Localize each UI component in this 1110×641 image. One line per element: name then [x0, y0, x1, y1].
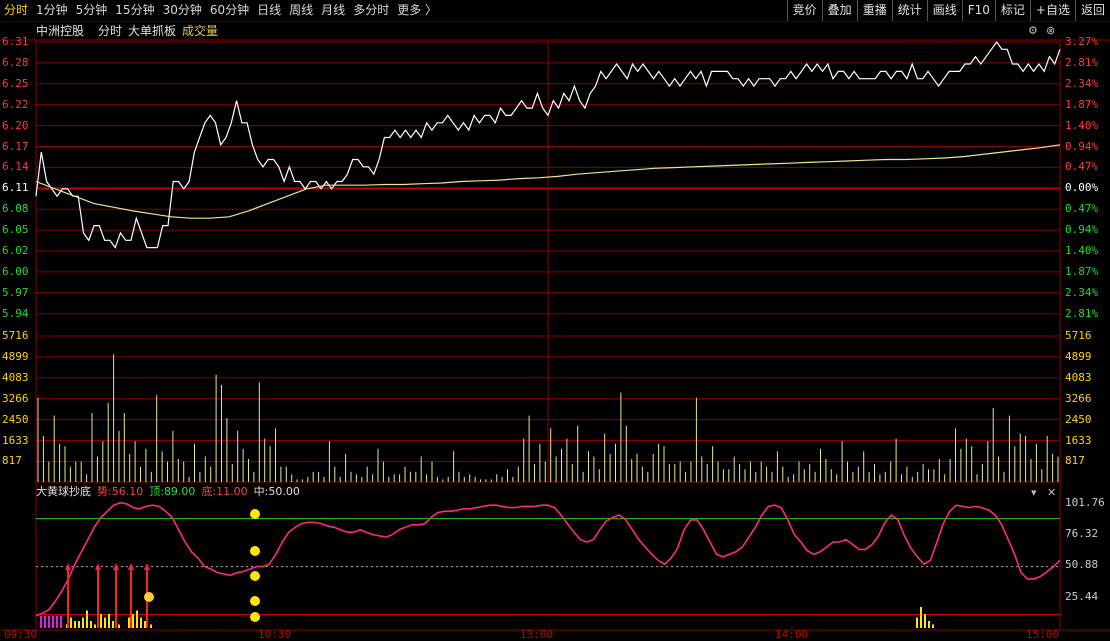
axis-tick-label: 2.34% [1065, 76, 1099, 90]
time-axis-label: 10:30 [258, 628, 292, 641]
yellow-ball-icon [250, 571, 260, 581]
trend-line [35, 501, 1061, 617]
yellow-ball-icon [250, 596, 260, 606]
axis-tick-label: 3.27% [1065, 35, 1099, 48]
histogram-bar [90, 621, 92, 628]
axis-tick-label: 1633 [2, 433, 29, 447]
histogram-bar [52, 616, 54, 628]
histogram-bar [924, 614, 926, 628]
time-axis-label: 15:00 [1026, 628, 1060, 641]
histogram-bar [144, 621, 146, 628]
axis-tick-label: 0.94% [1065, 139, 1099, 153]
axis-tick-label: 1.40% [1065, 118, 1099, 132]
histogram-bar [74, 621, 76, 628]
buy-arrow-icon [128, 563, 134, 570]
axis-tick-label: 101.76 [1065, 496, 1105, 509]
axis-tick-label: 6.28 [2, 55, 29, 69]
axis-tick-label: 1.87% [1065, 264, 1099, 278]
axis-tick-label: 5716 [1065, 329, 1092, 342]
axis-tick-label: 5.97 [2, 285, 29, 299]
axis-tick-label: 4899 [2, 349, 29, 363]
buy-arrow-icon [113, 563, 119, 570]
axis-tick-label: 0.47% [1065, 160, 1099, 174]
axis-tick-label: 5716 [2, 329, 29, 342]
histogram-bar [70, 617, 72, 628]
histogram-bar [94, 624, 96, 628]
histogram-bar [132, 614, 134, 628]
histogram-bar [920, 607, 922, 628]
axis-tick-label: 4899 [1065, 349, 1092, 363]
axis-tick-label: 2450 [1065, 412, 1092, 426]
axis-tick-label: 6.14 [2, 160, 29, 174]
axis-tick-label: 2.81% [1065, 306, 1099, 320]
axis-tick-label: 0.47% [1065, 202, 1099, 216]
axis-tick-label: 25.44 [1065, 590, 1099, 603]
axis-tick-label: 5.94 [2, 306, 29, 320]
histogram-bar [82, 617, 84, 628]
close-icon[interactable]: ✕ [1047, 487, 1056, 499]
histogram-bar [136, 610, 138, 628]
axis-tick-label: 3266 [1065, 391, 1092, 405]
axis-tick-label: 6.00 [2, 264, 29, 278]
buy-arrow-icon [95, 563, 101, 570]
histogram-bar [916, 617, 918, 628]
axis-tick-label: 6.02 [2, 244, 29, 257]
close-icon[interactable]: ⊗ [1046, 25, 1055, 37]
histogram-bar [112, 621, 114, 628]
yellow-ball-icon [250, 612, 260, 622]
yellow-ball-icon [250, 546, 260, 556]
axis-tick-label: 4083 [2, 370, 29, 384]
histogram-bar [118, 624, 120, 628]
axis-tick-label: 6.22 [2, 97, 29, 111]
histogram-bar [928, 621, 930, 628]
buy-arrow-icon [65, 563, 71, 570]
axis-tick-label: 1.87% [1065, 97, 1099, 111]
money-bag-icon [144, 592, 154, 602]
histogram-bar [60, 616, 62, 628]
histogram-bar [48, 616, 50, 628]
histogram-bar [56, 616, 58, 628]
axis-tick-label: 6.25 [2, 76, 29, 90]
histogram-bar [104, 617, 106, 628]
axis-tick-label: 50.88 [1065, 558, 1099, 571]
settings-icon[interactable]: ⚙ [1028, 25, 1038, 37]
histogram-bar [40, 616, 42, 628]
axis-tick-label: 76.32 [1065, 527, 1099, 540]
axis-tick-label: 6.17 [2, 139, 29, 153]
time-axis-label: 14:00 [775, 628, 809, 641]
axis-tick-label: 2450 [2, 412, 29, 426]
dropdown-icon[interactable]: ▾ [1031, 487, 1037, 499]
axis-tick-label: 6.31 [2, 35, 29, 48]
axis-tick-label: 4083 [1065, 370, 1092, 384]
yellow-ball-icon [250, 509, 260, 519]
histogram-bar [150, 624, 152, 628]
axis-tick-label: 6.05 [2, 223, 29, 237]
axis-tick-label: 3266 [2, 391, 29, 405]
histogram-bar [932, 624, 934, 628]
axis-tick-label: 6.08 [2, 202, 29, 216]
axis-tick-label: 0.94% [1065, 223, 1099, 237]
histogram-bar [86, 610, 88, 628]
axis-tick-label: 6.20 [2, 118, 29, 132]
axis-tick-label: 817 [1065, 454, 1085, 468]
axis-tick-label: 1633 [1065, 433, 1092, 447]
axis-tick-label: 817 [2, 454, 22, 468]
axis-tick-label: 0.00% [1065, 181, 1099, 195]
histogram-bar [100, 614, 102, 628]
histogram-bar [128, 617, 130, 628]
time-axis-label: 09:30 [4, 628, 38, 641]
axis-tick-label: 2.81% [1065, 55, 1099, 69]
histogram-bar [140, 617, 142, 628]
intraday-chart[interactable] [0, 0, 1110, 637]
histogram-bar [44, 616, 46, 628]
axis-tick-label: 2.34% [1065, 285, 1099, 299]
histogram-bar [78, 621, 80, 628]
time-axis-label: 13:00 [520, 628, 554, 641]
histogram-bar [108, 614, 110, 628]
buy-arrow-icon [144, 563, 150, 570]
axis-tick-label: 1.40% [1065, 244, 1099, 257]
axis-tick-label: 6.11 [2, 181, 29, 195]
